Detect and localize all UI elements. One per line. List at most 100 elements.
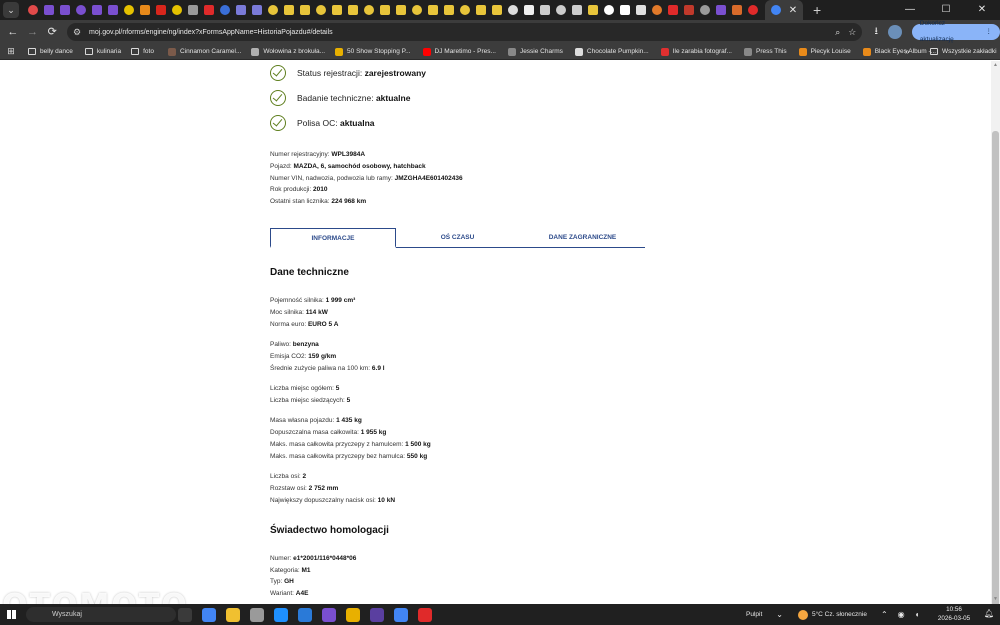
tab-dane-zagraniczne[interactable]: DANE ZAGRANICZNE xyxy=(520,228,645,248)
update-button[interactable]: Dokończ aktualizację ⋮ xyxy=(911,20,1000,43)
reload-button[interactable]: ⟳ xyxy=(43,23,61,41)
taskbar-search-box[interactable]: Wyszukaj xyxy=(26,607,176,622)
bookmark-item[interactable]: Wołowina z brokuła... xyxy=(251,47,325,56)
browser-tab[interactable] xyxy=(105,0,121,20)
browser-tab[interactable] xyxy=(217,0,233,20)
taskbar-app-icon[interactable] xyxy=(274,607,288,622)
taskbar-app-icon[interactable] xyxy=(322,607,336,622)
browser-tab[interactable] xyxy=(425,0,441,20)
browser-tab[interactable] xyxy=(665,0,681,20)
all-bookmarks-link[interactable]: Wszystkie zakładki xyxy=(930,48,997,55)
taskbar-app-icon[interactable] xyxy=(178,607,192,622)
browser-tab[interactable] xyxy=(409,0,425,20)
desktop-toolbar-label[interactable]: Pulpit xyxy=(746,611,762,618)
browser-tab[interactable] xyxy=(169,0,185,20)
taskbar-app-icon[interactable] xyxy=(394,607,408,622)
browser-tab[interactable] xyxy=(745,0,761,20)
apps-grid-icon[interactable]: ⊞ xyxy=(4,46,18,57)
browser-tab[interactable] xyxy=(329,0,345,20)
browser-tab[interactable] xyxy=(73,0,89,20)
browser-tab[interactable] xyxy=(393,0,409,20)
browser-tab[interactable] xyxy=(297,0,313,20)
browser-tab[interactable] xyxy=(601,0,617,20)
bookmark-item[interactable]: belly dance xyxy=(28,48,73,55)
tray-overflow-icon[interactable]: ⌄ xyxy=(776,610,783,619)
avatar[interactable] xyxy=(888,25,902,39)
browser-tab[interactable] xyxy=(441,0,457,20)
bookmark-item[interactable]: Press This xyxy=(743,47,787,56)
notification-bell-icon[interactable]: 🔔︎ xyxy=(984,609,994,618)
zoom-search-icon[interactable]: ⌕ xyxy=(835,27,840,38)
browser-tab[interactable] xyxy=(201,0,217,20)
bookmarks-overflow-icon[interactable]: » xyxy=(905,47,909,56)
browser-tab[interactable] xyxy=(505,0,521,20)
bookmark-item[interactable]: Cinnamon Caramel... xyxy=(167,47,241,56)
browser-tab[interactable] xyxy=(233,0,249,20)
bookmark-item[interactable]: kulinaria xyxy=(84,48,121,55)
browser-tab[interactable] xyxy=(473,0,489,20)
browser-tab[interactable] xyxy=(713,0,729,20)
browser-tab[interactable] xyxy=(569,0,585,20)
bookmark-item[interactable]: foto xyxy=(131,48,154,55)
taskbar-app-icon[interactable] xyxy=(298,607,312,622)
address-bar[interactable]: ⚙ moj.gov.pl/nforms/engine/ng/index?xFor… xyxy=(67,23,863,41)
weather-text[interactable]: 5°C Cz. słonecznie xyxy=(812,611,867,618)
browser-tab[interactable] xyxy=(25,0,41,20)
browser-tab[interactable] xyxy=(281,0,297,20)
browser-tab[interactable] xyxy=(729,0,745,20)
chevron-up-icon[interactable]: ⌃ xyxy=(881,610,888,619)
tab-informacje[interactable]: INFORMACJE xyxy=(270,228,396,248)
browser-tab[interactable] xyxy=(457,0,473,20)
page-scrollbar[interactable]: ▲ ▼ xyxy=(991,61,1000,625)
browser-tab[interactable] xyxy=(681,0,697,20)
new-tab-button[interactable]: + xyxy=(813,0,821,20)
start-button[interactable] xyxy=(4,604,18,625)
browser-tab[interactable] xyxy=(153,0,169,20)
browser-tab[interactable] xyxy=(633,0,649,20)
browser-tab[interactable] xyxy=(617,0,633,20)
network-icon[interactable]: ◉ xyxy=(898,610,905,619)
back-button[interactable]: ← xyxy=(4,23,22,41)
tab-search-button[interactable]: ⌄ xyxy=(3,2,19,18)
browser-tab[interactable] xyxy=(249,0,265,20)
taskbar-app-icon[interactable] xyxy=(370,607,384,622)
scroll-down-arrow-icon[interactable]: ▼ xyxy=(991,595,1000,604)
browser-tab[interactable] xyxy=(265,0,281,20)
browser-tab[interactable] xyxy=(345,0,361,20)
volume-icon[interactable]: ◖ xyxy=(915,610,920,619)
browser-tab[interactable] xyxy=(41,0,57,20)
taskbar-clock[interactable]: 10:56 2026-03-05 xyxy=(936,605,972,623)
browser-tab[interactable] xyxy=(313,0,329,20)
browser-tab[interactable] xyxy=(553,0,569,20)
bookmark-item[interactable]: Black Eyes Album -... xyxy=(862,47,936,56)
taskbar-app-icon[interactable] xyxy=(346,607,360,622)
bookmark-item[interactable]: DJ Maretimo - Pres... xyxy=(422,47,496,56)
browser-tab[interactable] xyxy=(537,0,553,20)
browser-tab[interactable] xyxy=(361,0,377,20)
browser-tab[interactable] xyxy=(89,0,105,20)
browser-tab[interactable] xyxy=(377,0,393,20)
browser-tab[interactable] xyxy=(649,0,665,20)
bookmark-item[interactable]: 50 Show Stopping P... xyxy=(335,47,411,56)
browser-tab[interactable] xyxy=(121,0,137,20)
tab-close-icon[interactable]: ✕ xyxy=(787,5,799,16)
browser-tab[interactable] xyxy=(521,0,537,20)
taskbar-app-icon[interactable] xyxy=(226,607,240,622)
browser-tab[interactable] xyxy=(185,0,201,20)
bookmark-item[interactable]: Jessie Charms xyxy=(507,47,563,56)
tab-os-czasu[interactable]: OŚ CZASU xyxy=(400,228,515,248)
taskbar-app-icon[interactable] xyxy=(418,607,432,622)
active-tab[interactable]: ✕ xyxy=(765,0,803,20)
bookmark-item[interactable]: Piecyk Louise xyxy=(798,47,851,56)
taskbar-app-icon[interactable] xyxy=(202,607,216,622)
browser-tab[interactable] xyxy=(137,0,153,20)
download-icon[interactable]: ⭳ xyxy=(868,24,884,41)
scroll-up-arrow-icon[interactable]: ▲ xyxy=(991,61,1000,70)
forward-button[interactable]: → xyxy=(24,23,42,41)
bookmark-star-icon[interactable]: ☆ xyxy=(848,27,856,38)
bookmark-item[interactable]: Ile zarabia fotograf... xyxy=(660,47,732,56)
browser-tab[interactable] xyxy=(697,0,713,20)
browser-tab[interactable] xyxy=(585,0,601,20)
browser-tab[interactable] xyxy=(57,0,73,20)
taskbar-app-icon[interactable] xyxy=(250,607,264,622)
